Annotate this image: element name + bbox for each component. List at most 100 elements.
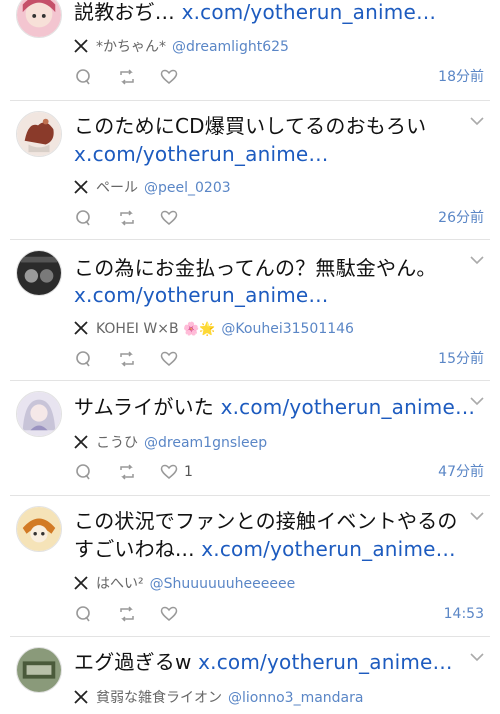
tweet-text-plain: このためにCD爆買いしてるのおもろい [74,114,427,138]
user-line[interactable]: ペール @peel_0203 [74,178,231,198]
heart-icon [160,210,178,225]
retweet-button[interactable] [118,603,136,625]
x-logo-icon [74,690,88,704]
avatar[interactable] [16,506,62,552]
x-logo-icon [74,39,88,53]
user-line[interactable]: 貧弱な雑食ライオン @lionno3_mandara [74,688,363,708]
display-name: KOHEI W×B [96,321,179,337]
heart-icon [160,606,178,621]
user-line[interactable]: こうひ @dream1gnsleep [74,433,267,453]
tweet-link[interactable]: x.com/yotherun_anime… [221,395,476,419]
reply-icon [76,351,90,367]
user-handle[interactable]: @dream1gnsleep [144,435,267,451]
tweet-time[interactable]: 26分前 [438,208,484,228]
heart-icon [160,351,178,366]
retweet-icon [120,606,134,622]
display-name-emoji: 🌸🌟 [183,322,216,337]
x-logo-icon [74,435,88,449]
tweet-text: すごいわね... x.com/yotherun_anime… [74,534,456,564]
tweet-text: サムライがいた x.com/yotherun_anime… [74,392,475,422]
action-bar: 1 [74,461,214,483]
retweet-button[interactable] [118,461,136,483]
avatar-image [17,392,61,436]
like-button[interactable] [160,348,178,370]
reply-icon [76,464,90,480]
user-handle[interactable]: @peel_0203 [144,180,231,196]
reply-icon [76,69,90,85]
tweet-text-plain: すごいわね... [74,537,202,561]
user-handle[interactable]: @Kouhei31501146 [221,321,354,337]
heart-icon [160,464,178,479]
retweet-icon [120,210,134,226]
avatar[interactable] [16,250,62,296]
tweet-menu-button[interactable] [470,116,484,126]
tweet-link[interactable]: x.com/yotherun_anime… [182,0,437,24]
tweet-menu-button[interactable] [470,511,484,521]
tweet-link[interactable]: x.com/yotherun_anime… [74,283,329,307]
avatar[interactable] [16,391,62,437]
tweet-card[interactable]: サムライがいた x.com/yotherun_anime… こうひ @dream1… [0,381,500,495]
user-handle[interactable]: @dreamlight625 [172,39,289,55]
reply-button[interactable] [74,603,92,625]
user-line[interactable]: はへい² @Shuuuuuuheeeeee [74,574,295,594]
reply-button[interactable] [74,66,92,88]
tweet-time[interactable]: 47分前 [438,462,484,482]
tweet-menu-button[interactable] [470,255,484,265]
avatar[interactable] [16,111,62,157]
tweet-card[interactable]: この状況でファンとの接触イベントやるの すごいわね... x.com/yothe… [0,496,500,636]
tweet-menu-button[interactable] [470,652,484,662]
chevron-down-icon [470,512,484,521]
like-button[interactable]: 1 [160,461,193,483]
display-name: 貧弱な雑食ライオン [96,690,222,706]
tweet-text-plain: この状況でファンとの接触イベントやるの [74,509,458,533]
tweet-text: 説教おぢ… x.com/yotherun_anime… [74,0,436,27]
avatar-image [17,251,61,295]
avatar[interactable] [16,647,62,693]
tweet-text-plain: この為にお金払ってんの？無駄金やん。 [74,256,437,280]
heart-icon [160,69,178,84]
like-button[interactable] [160,66,178,88]
tweet-text: x.com/yotherun_anime… [74,139,329,169]
user-handle[interactable]: @lionno3_mandara [228,690,363,706]
user-line[interactable]: *かちゃん* @dreamlight625 [74,37,289,57]
avatar[interactable] [16,0,62,38]
retweet-icon [120,69,134,85]
tweet-text: このためにCD爆買いしてるのおもろい [74,111,426,141]
tweet-text-plain: サムライがいた [74,395,221,419]
tweet-text-plain: エグ過ぎるw [74,650,199,674]
tweet-feed[interactable]: 説教おぢ… x.com/yotherun_anime… *かちゃん* @dream… [0,0,500,714]
like-button[interactable] [160,603,178,625]
tweet-text-plain: 説教おぢ… [74,0,182,24]
tweet-card[interactable]: エグ過ぎるw x.com/yotherun_anime… 貧弱な雑食ライオン @l… [0,637,500,714]
display-name: *かちゃん* [96,39,166,55]
chevron-down-icon [470,117,484,126]
tweet-card[interactable]: この為にお金払ってんの？無駄金やん。 x.com/yotherun_anime…… [0,240,500,380]
tweet-time[interactable]: 14:53 [444,604,484,624]
chevron-down-icon [470,256,484,265]
like-button[interactable] [160,207,178,229]
reply-button[interactable] [74,461,92,483]
retweet-button[interactable] [118,207,136,229]
avatar-image [17,112,61,156]
tweet-card[interactable]: 説教おぢ… x.com/yotherun_anime… *かちゃん* @dream… [0,0,500,100]
avatar-image [17,0,61,37]
tweet-text: この状況でファンとの接触イベントやるの [74,506,458,536]
like-count: 1 [184,464,193,480]
tweet-link[interactable]: x.com/yotherun_anime… [74,142,329,166]
avatar-image [17,507,61,551]
tweet-text: この為にお金払ってんの？無駄金やん。 [74,253,437,283]
x-logo-icon [74,576,88,590]
chevron-down-icon [470,653,484,662]
x-logo-icon [74,180,88,194]
reply-button[interactable] [74,348,92,370]
retweet-button[interactable] [118,348,136,370]
tweet-card[interactable]: このためにCD爆買いしてるのおもろい x.com/yotherun_anime…… [0,101,500,239]
tweet-link[interactable]: x.com/yotherun_anime… [198,650,453,674]
retweet-button[interactable] [118,66,136,88]
user-handle[interactable]: @Shuuuuuuheeeeee [150,576,296,592]
tweet-time[interactable]: 18分前 [438,67,484,87]
tweet-time[interactable]: 15分前 [438,349,484,369]
tweet-link[interactable]: x.com/yotherun_anime… [201,537,456,561]
user-line[interactable]: KOHEI W×B 🌸🌟 @Kouhei31501146 [74,319,354,340]
reply-button[interactable] [74,207,92,229]
